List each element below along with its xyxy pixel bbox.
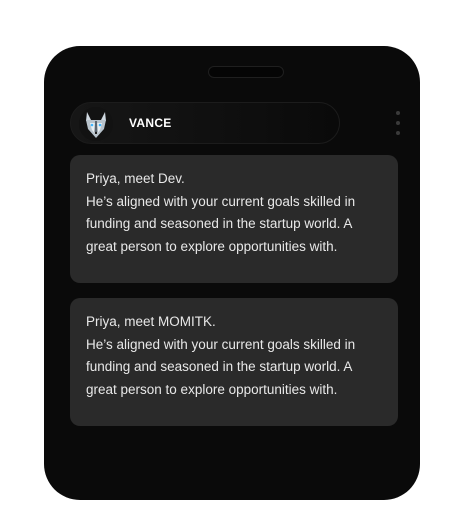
message-bubble[interactable]: Priya, meet MOMITK. He’s aligned with yo…	[70, 298, 398, 426]
contact-pill[interactable]: VANCE	[70, 102, 340, 144]
contact-name: VANCE	[129, 116, 172, 130]
more-options-icon[interactable]	[394, 111, 402, 135]
dot	[396, 111, 400, 115]
message-bubble[interactable]: Priya, meet Dev. He’s aligned with your …	[70, 155, 398, 283]
phone-frame: VANCE Priya, meet Dev. He’s aligned with…	[44, 46, 420, 500]
avatar[interactable]	[79, 107, 113, 141]
phone-notch	[208, 66, 284, 78]
chat-header: VANCE	[70, 102, 410, 144]
wolf-icon	[79, 107, 113, 141]
dot	[396, 121, 400, 125]
dot	[396, 131, 400, 135]
